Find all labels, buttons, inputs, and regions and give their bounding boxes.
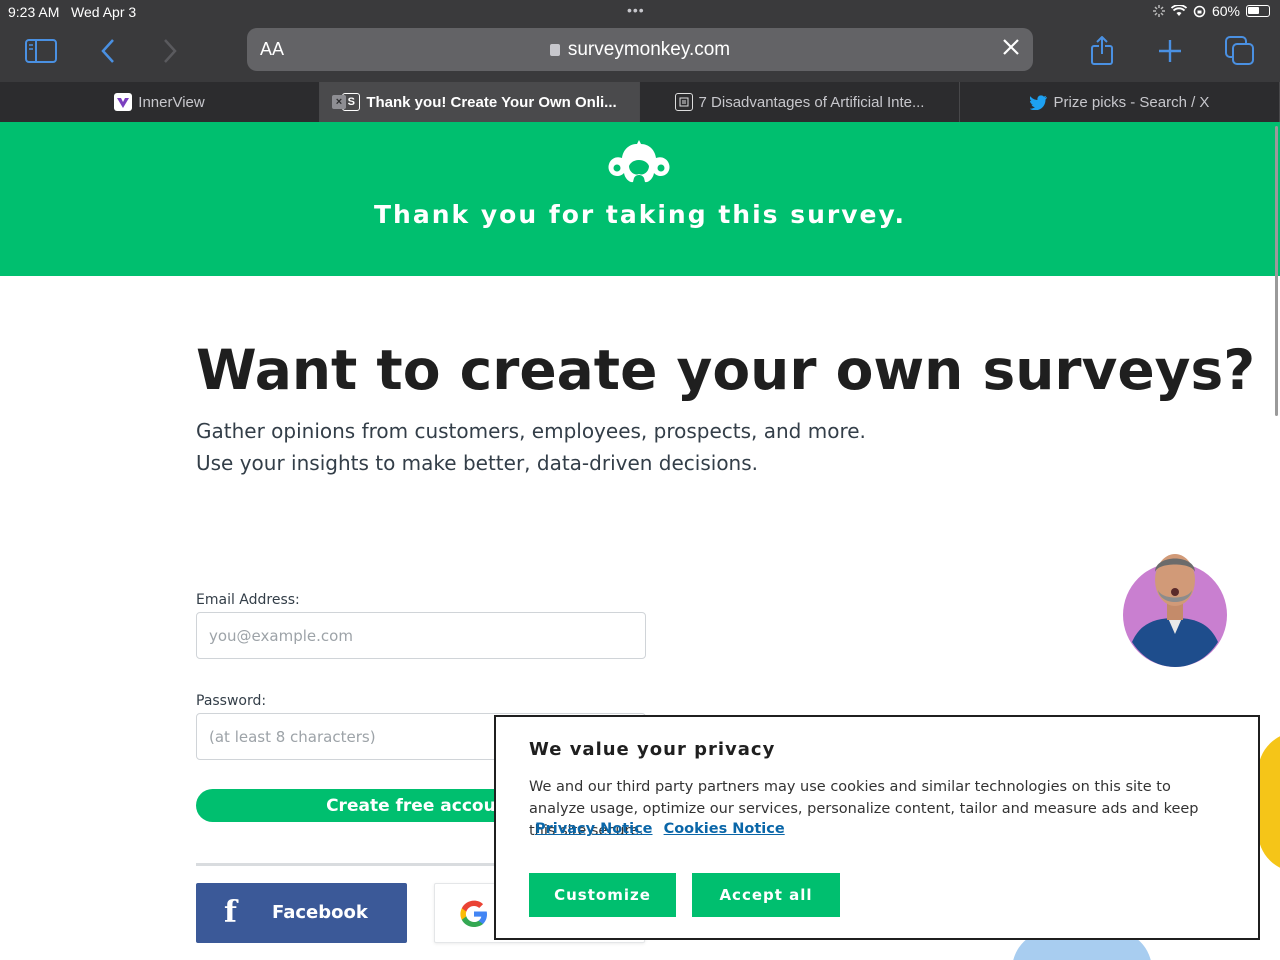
- privacy-dialog: We value your privacy We and our third p…: [494, 715, 1260, 940]
- email-field[interactable]: [196, 612, 646, 659]
- multitasking-dots[interactable]: •••: [627, 2, 645, 18]
- tab-surveymonkey[interactable]: × S Thank you! Create Your Own Onli...: [320, 82, 640, 122]
- tab-bar: InnerView × S Thank you! Create Your Own…: [0, 82, 1280, 122]
- new-tab-icon[interactable]: [1152, 34, 1188, 68]
- accept-all-button[interactable]: Accept all: [692, 873, 840, 917]
- back-icon[interactable]: [90, 34, 126, 68]
- battery-icon: [1246, 5, 1270, 17]
- page-scrollbar[interactable]: [1275, 126, 1278, 416]
- avatar-illustration: [1122, 542, 1228, 668]
- tab-title: InnerView: [138, 93, 205, 111]
- share-icon[interactable]: [1084, 34, 1120, 68]
- status-bar: 9:23 AM Wed Apr 3 ••• 60%: [0, 0, 1280, 24]
- decorative-shape: [1258, 732, 1280, 872]
- status-right: 60%: [1152, 3, 1270, 19]
- sidebar-icon[interactable]: [23, 34, 59, 68]
- privacy-links: Privacy Notice Cookies Notice: [535, 821, 791, 837]
- tab-title: Thank you! Create Your Own Onli...: [366, 93, 617, 111]
- status-time: 9:23 AM Wed Apr 3: [8, 4, 137, 20]
- facebook-label: Facebook: [272, 902, 368, 923]
- subtitle-line-1: Gather opinions from customers, employee…: [196, 419, 866, 443]
- privacy-notice-link[interactable]: Privacy Notice: [535, 821, 653, 837]
- thank-you-banner: Thank you for taking this survey.: [0, 122, 1280, 276]
- web-page: Thank you for taking this survey. Want t…: [0, 122, 1280, 960]
- facebook-signup-button[interactable]: f Facebook: [196, 883, 407, 943]
- tab-title: Prize picks - Search / X: [1053, 93, 1210, 111]
- cookies-notice-link[interactable]: Cookies Notice: [664, 821, 785, 837]
- wifi-icon: [1170, 5, 1187, 16]
- tab-innerview[interactable]: InnerView: [0, 82, 320, 122]
- loading-spinner-icon: [1152, 5, 1165, 17]
- close-tab-icon[interactable]: ×: [332, 95, 346, 109]
- page-title: Want to create your own surveys?: [196, 338, 1256, 402]
- orientation-lock-icon: [1193, 5, 1206, 17]
- article-icon: [674, 93, 693, 111]
- password-label: Password:: [196, 693, 267, 709]
- customize-button[interactable]: Customize: [529, 873, 676, 917]
- subtitle-line-2: Use your insights to make better, data-d…: [196, 451, 759, 475]
- google-icon: [460, 900, 487, 927]
- address-bar[interactable]: AA surveymonkey.com: [247, 28, 1033, 71]
- innerview-icon: [114, 93, 133, 111]
- tab-article[interactable]: 7 Disadvantages of Artificial Inte...: [640, 82, 960, 122]
- clear-url-icon[interactable]: [1001, 37, 1021, 62]
- tab-title: 7 Disadvantages of Artificial Inte...: [698, 93, 925, 111]
- tab-overview-icon[interactable]: [1222, 34, 1258, 68]
- browser-toolbar: AA surveymonkey.com: [0, 24, 1280, 82]
- email-label: Email Address:: [196, 592, 300, 608]
- thank-you-heading: Thank you for taking this survey.: [374, 200, 906, 229]
- lock-icon: [549, 44, 560, 56]
- surveymonkey-logo-icon: [605, 138, 673, 193]
- facebook-icon: f: [224, 895, 237, 930]
- tab-twitter[interactable]: Prize picks - Search / X: [960, 82, 1280, 122]
- privacy-title: We value your privacy: [529, 739, 776, 760]
- forward-icon[interactable]: [152, 34, 188, 68]
- url-text[interactable]: surveymonkey.com: [247, 39, 1033, 61]
- twitter-bird-icon: [1029, 93, 1048, 111]
- battery-percent: 60%: [1211, 3, 1240, 19]
